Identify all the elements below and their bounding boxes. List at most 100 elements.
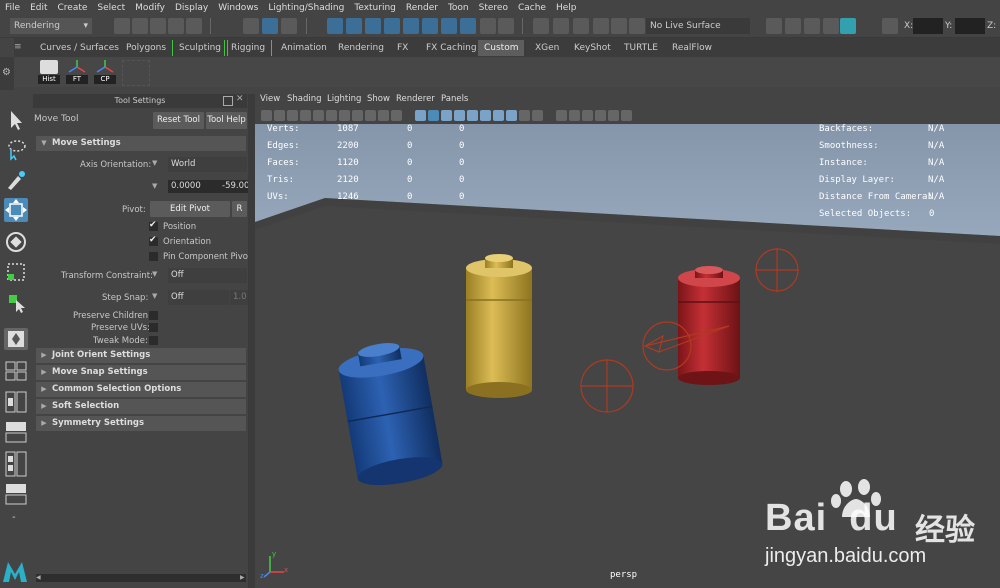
select-by-curve-icon[interactable] [365, 18, 381, 34]
persp-outliner-layout-icon[interactable] [4, 482, 28, 506]
tab-fx[interactable]: FX [391, 40, 414, 56]
ipr-render-icon[interactable] [804, 18, 820, 34]
menu-edit[interactable]: Edit [25, 3, 52, 13]
live-surface-field[interactable]: No Live Surface [646, 18, 750, 34]
viewport-menu-panels[interactable]: Panels [441, 94, 468, 104]
edit-pivot-button[interactable]: Edit Pivot [150, 201, 230, 217]
menu-lighting-shading[interactable]: Lighting/Shading [263, 3, 349, 13]
menu-display[interactable]: Display [170, 3, 213, 13]
graph-layout-icon[interactable] [4, 450, 28, 478]
select-by-render-icon[interactable] [441, 18, 457, 34]
menu-render[interactable]: Render [401, 3, 443, 13]
smooth-shade-icon[interactable] [428, 110, 439, 121]
position-checkbox[interactable] [149, 220, 158, 231]
symmetry-settings-header[interactable]: ▶ Symmetry Settings [36, 416, 246, 431]
select-component-icon[interactable] [281, 18, 297, 34]
axis-orientation-dropdown[interactable]: World [168, 157, 247, 172]
soft-selection-header[interactable]: ▶ Soft Selection [36, 399, 246, 414]
common-selection-options-header[interactable]: ▶ Common Selection Options [36, 382, 246, 397]
save-scene-icon[interactable] [150, 18, 166, 34]
viewport-menu-shading[interactable]: Shading [287, 94, 322, 104]
redo-icon[interactable] [186, 18, 202, 34]
default-material-icon[interactable] [441, 110, 452, 121]
viewport-menu-lighting[interactable]: Lighting [327, 94, 361, 104]
joint-orient-settings-header[interactable]: ▶ Joint Orient Settings [36, 348, 246, 363]
menu-stereo[interactable]: Stereo [474, 3, 513, 13]
scale-tool-icon[interactable] [4, 260, 28, 284]
snap-view-plane-icon[interactable] [593, 18, 609, 34]
red-cylinder[interactable] [678, 266, 740, 385]
undo-icon[interactable] [168, 18, 184, 34]
reset-tool-button[interactable]: Reset Tool [153, 112, 204, 129]
safe-action-icon[interactable] [378, 110, 389, 121]
snap-point-icon[interactable] [573, 18, 589, 34]
x-coord-input[interactable] [913, 18, 943, 34]
menu-select[interactable]: Select [92, 3, 130, 13]
gear-icon[interactable]: ⚙ [2, 67, 11, 78]
float-panel-icon[interactable] [223, 96, 233, 106]
single-view-layout-icon[interactable] [4, 328, 28, 350]
render-view-icon[interactable] [766, 18, 782, 34]
yellow-cylinder[interactable] [466, 254, 532, 398]
xray-components-icon[interactable] [595, 110, 606, 121]
scroll-left-icon[interactable]: ◀ [36, 574, 44, 582]
image-plane-icon[interactable] [300, 110, 311, 121]
viewport-menu-view[interactable]: View [260, 94, 280, 104]
select-by-handle-icon[interactable] [327, 18, 343, 34]
orientation-checkbox[interactable] [149, 235, 158, 246]
anti-alias-icon[interactable] [519, 110, 530, 121]
select-by-misc-icon[interactable] [460, 18, 476, 34]
collapse-layout-icon[interactable]: - [4, 512, 28, 530]
preserve-children-checkbox[interactable] [149, 311, 158, 320]
tool-help-button[interactable]: Tool Help [206, 112, 247, 129]
tab-animation[interactable]: Animation [275, 40, 333, 56]
tab-sculpting[interactable]: Sculpting [172, 40, 229, 56]
motion-blur-icon[interactable] [506, 110, 517, 121]
select-by-deformation-icon[interactable] [403, 18, 419, 34]
make-live-icon[interactable] [629, 18, 645, 34]
select-by-joint-icon[interactable] [346, 18, 362, 34]
xray-joints-icon[interactable] [582, 110, 593, 121]
camera-attr-icon[interactable] [274, 110, 285, 121]
resolution-gate-icon[interactable] [339, 110, 350, 121]
select-by-surface-icon[interactable] [384, 18, 400, 34]
new-scene-icon[interactable] [114, 18, 130, 34]
move-settings-header[interactable]: ▼ Move Settings [36, 136, 246, 151]
paint-select-tool-icon[interactable] [4, 168, 28, 192]
transform-constraint-dropdown[interactable]: Off [168, 268, 247, 283]
backface-icon[interactable] [621, 110, 632, 121]
preserve-uvs-checkbox[interactable] [149, 323, 158, 332]
menu-toon[interactable]: Toon [443, 3, 474, 13]
film-gate-icon[interactable] [326, 110, 337, 121]
axis-value-field-2[interactable]: -59.00 [219, 180, 250, 193]
y-coord-input[interactable] [955, 18, 985, 34]
lasso-tool-icon[interactable] [4, 137, 28, 161]
menuset-dropdown[interactable]: Rendering ▾ [10, 18, 92, 34]
safe-title-icon[interactable] [391, 110, 402, 121]
use-all-lights-icon[interactable] [467, 110, 478, 121]
grid-icon[interactable] [313, 110, 324, 121]
menu-cache[interactable]: Cache [513, 3, 551, 13]
snap-curve-icon[interactable] [553, 18, 569, 34]
outliner-layout-icon[interactable] [4, 420, 28, 444]
tab-realflow[interactable]: RealFlow [666, 40, 718, 56]
tab-curves-surfaces[interactable]: Curves / Surfaces [34, 40, 125, 56]
pin-component-pivot-checkbox[interactable] [149, 252, 158, 261]
highlight-icon[interactable] [498, 18, 514, 34]
perspective-viewport[interactable]: Verts: 1087 0 0 Edges: 2200 0 0 Faces: 1120 0 0 Tris… [255, 124, 1000, 588]
menu-create[interactable]: Create [53, 3, 93, 13]
last-tool-icon[interactable] [4, 290, 28, 314]
horizontal-scrollbar[interactable]: ◀ ▶ [36, 574, 246, 582]
shadows-icon[interactable] [480, 110, 491, 121]
wireframe-icon[interactable] [415, 110, 426, 121]
render-settings-icon[interactable] [823, 18, 839, 34]
rotate-tool-icon[interactable] [4, 230, 28, 254]
camera-select-icon[interactable] [261, 110, 272, 121]
step-snap-amount[interactable]: 1.0 [230, 290, 250, 305]
shelf-item-cp[interactable]: CP [94, 60, 116, 84]
tab-rendering[interactable]: Rendering [332, 40, 390, 56]
scroll-right-icon[interactable]: ▶ [240, 574, 248, 582]
open-scene-icon[interactable] [132, 18, 148, 34]
select-hierarchy-icon[interactable] [243, 18, 259, 34]
snap-grid-icon[interactable] [533, 18, 549, 34]
